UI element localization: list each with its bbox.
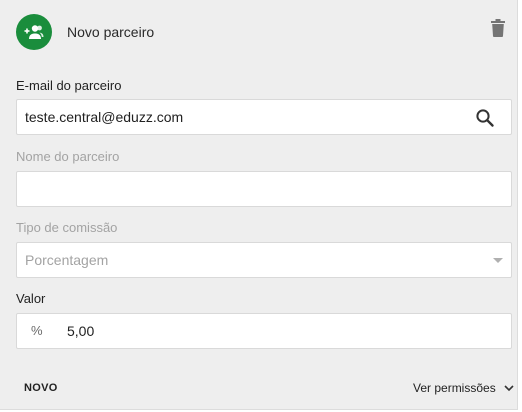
chevron-down-icon [493, 258, 503, 263]
partner-name-field[interactable] [25, 172, 465, 206]
commission-type-select[interactable]: Porcentagem [16, 242, 512, 278]
card-header: Novo parceiro [16, 14, 154, 50]
add-partner-icon [16, 14, 52, 50]
novo-button[interactable]: NOVO [24, 382, 58, 394]
chevron-down-icon [504, 381, 514, 395]
commission-type-value: Porcentagem [25, 252, 109, 268]
email-field[interactable] [25, 100, 465, 134]
email-label: E-mail do parceiro [16, 78, 122, 93]
trash-icon[interactable] [488, 17, 508, 39]
valor-field[interactable] [67, 314, 467, 348]
commission-type-label: Tipo de comissão [16, 220, 118, 235]
page-title: Novo parceiro [67, 24, 155, 40]
partner-name-container [16, 171, 512, 207]
valor-label: Valor [16, 291, 46, 306]
view-permissions-label: Ver permissões [413, 381, 496, 395]
view-permissions-button[interactable]: Ver permissões [413, 381, 514, 395]
valor-container: % [16, 313, 512, 349]
partner-card: Novo parceiro E-mail do parceiro Nome do… [0, 0, 518, 410]
email-field-container [16, 99, 512, 135]
search-icon[interactable] [475, 108, 495, 128]
percent-prefix: % [31, 323, 43, 338]
partner-name-label: Nome do parceiro [16, 149, 120, 164]
